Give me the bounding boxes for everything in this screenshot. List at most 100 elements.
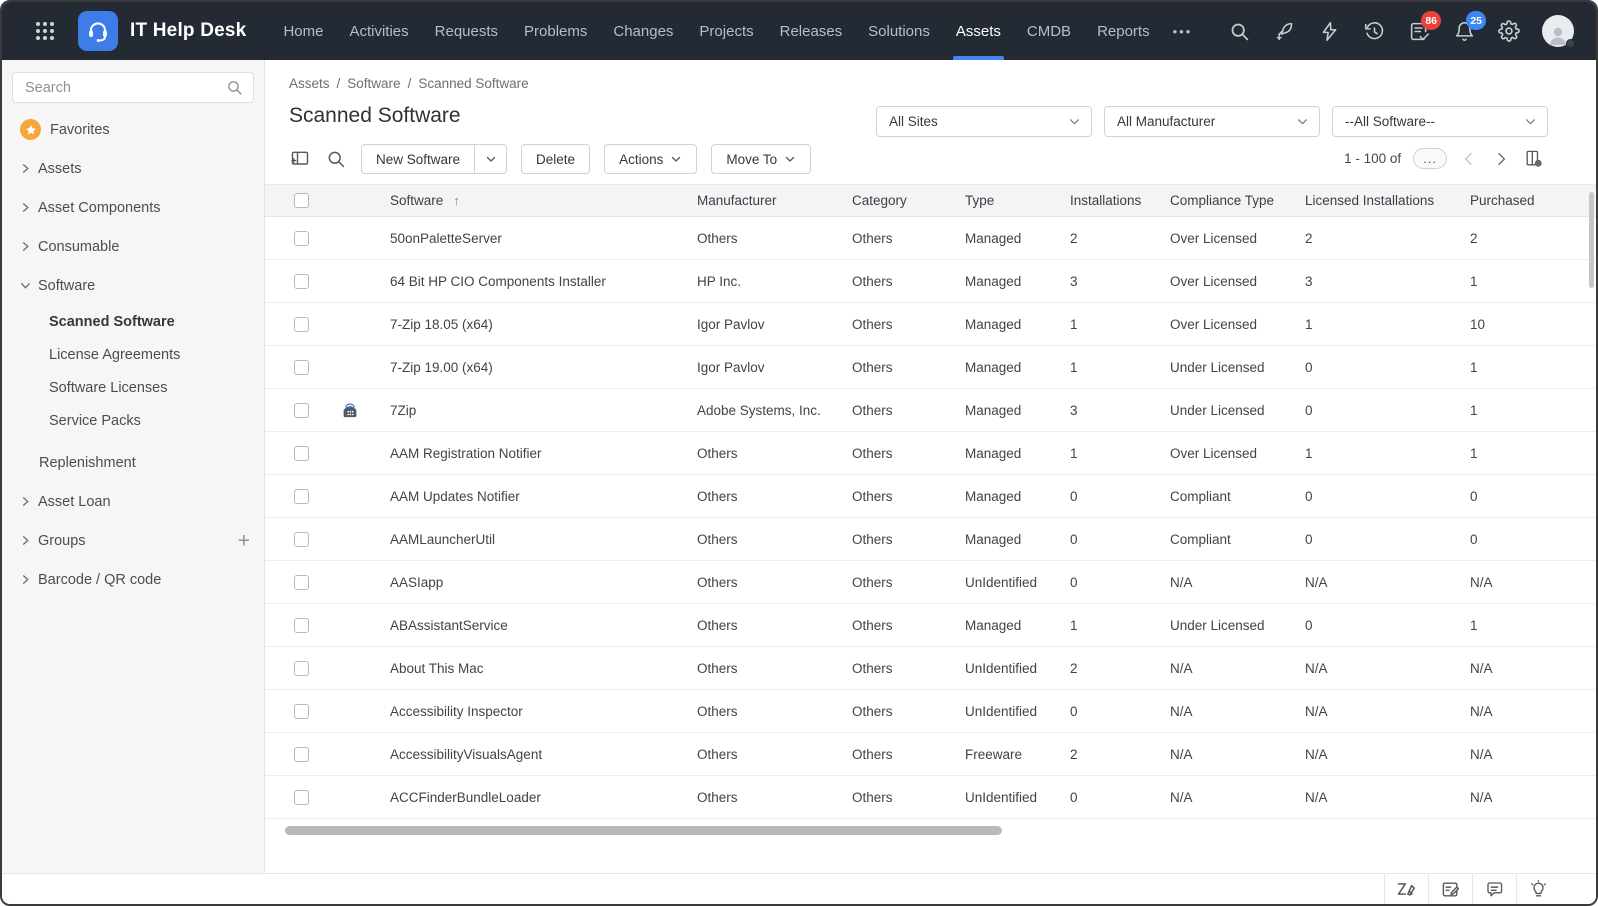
column-header-purchased[interactable]: Purchased	[1470, 193, 1596, 208]
nav-item-releases[interactable]: Releases	[767, 2, 856, 60]
delete-button[interactable]: Delete	[521, 144, 590, 174]
nav-item-home[interactable]: Home	[270, 2, 336, 60]
breadcrumb-assets[interactable]: Assets	[289, 76, 330, 91]
table-row-50onpaletteserver[interactable]: 50onPaletteServer Others Others Managed …	[265, 217, 1596, 260]
sidebar-item-consumable[interactable]: Consumable	[2, 227, 264, 266]
table-row-aasiapp[interactable]: AASIapp Others Others UnIdentified 0 N/A…	[265, 561, 1596, 604]
row-checkbox[interactable]	[294, 446, 309, 461]
vertical-scrollbar[interactable]	[1589, 192, 1594, 288]
new-software-button[interactable]: New Software	[361, 144, 475, 174]
row-checkbox[interactable]	[294, 489, 309, 504]
row-checkbox[interactable]	[294, 790, 309, 805]
nav-item-problems[interactable]: Problems	[511, 2, 600, 60]
sidebar-search-input[interactable]	[13, 80, 226, 96]
table-row-about-this-mac[interactable]: About This Mac Others Others UnIdentifie…	[265, 647, 1596, 690]
row-checkbox[interactable]	[294, 618, 309, 633]
row-checkbox[interactable]	[294, 274, 309, 289]
breadcrumb-software[interactable]: Software	[347, 76, 400, 91]
nav-item-projects[interactable]: Projects	[686, 2, 766, 60]
feedback-edit-icon[interactable]	[1428, 874, 1472, 904]
cell-software[interactable]: ABAssistantService	[390, 618, 697, 633]
quick-create-icon[interactable]	[1272, 19, 1296, 43]
notifications-bell-icon[interactable]: 25	[1452, 19, 1476, 43]
customize-columns-icon[interactable]	[289, 148, 311, 170]
column-header-category[interactable]: Category	[852, 193, 965, 208]
global-search-icon[interactable]	[1227, 19, 1251, 43]
column-header-compliance-type[interactable]: Compliance Type	[1170, 193, 1305, 208]
new-software-caret[interactable]	[475, 144, 507, 174]
quick-actions-zap-icon[interactable]	[1317, 19, 1341, 43]
helpdesk-logo[interactable]	[78, 11, 118, 51]
row-checkbox[interactable]	[294, 661, 309, 676]
add-group-icon[interactable]: +	[238, 530, 250, 551]
cell-software[interactable]: 7-Zip 19.00 (x64)	[390, 360, 697, 375]
row-checkbox[interactable]	[294, 231, 309, 246]
column-header-installations[interactable]: Installations	[1070, 193, 1170, 208]
table-row-abassistantservice[interactable]: ABAssistantService Others Others Managed…	[265, 604, 1596, 647]
sidebar-item-barcode-qr-code[interactable]: Barcode / QR code	[2, 560, 264, 599]
cell-software[interactable]: 7-Zip 18.05 (x64)	[390, 317, 697, 332]
site-filter-dropdown[interactable]: All Sites	[876, 106, 1092, 137]
sidebar-item-license-agreements[interactable]: License Agreements	[2, 338, 264, 371]
nav-item-changes[interactable]: Changes	[600, 2, 686, 60]
sidebar-item-replenishment[interactable]: Replenishment	[2, 443, 264, 482]
sidebar-item-assets[interactable]: Assets	[2, 149, 264, 188]
nav-item-requests[interactable]: Requests	[422, 2, 511, 60]
row-checkbox[interactable]	[294, 317, 309, 332]
suggestions-bulb-icon[interactable]	[1516, 874, 1560, 904]
sidebar-item-software-licenses[interactable]: Software Licenses	[2, 371, 264, 404]
row-checkbox[interactable]	[294, 532, 309, 547]
nav-item-activities[interactable]: Activities	[336, 2, 421, 60]
cell-software[interactable]: 50onPaletteServer	[390, 231, 697, 246]
manufacturer-filter-dropdown[interactable]: All Manufacturer	[1104, 106, 1320, 137]
table-row-aamlauncherutil[interactable]: AAMLauncherUtil Others Others Managed 0 …	[265, 518, 1596, 561]
nav-item-reports[interactable]: Reports	[1084, 2, 1163, 60]
table-row-aam-registration-notifier[interactable]: AAM Registration Notifier Others Others …	[265, 432, 1596, 475]
approvals-icon[interactable]: 86	[1407, 19, 1431, 43]
column-settings-icon[interactable]	[1523, 149, 1543, 169]
nav-more-menu[interactable]: •••	[1163, 24, 1203, 39]
cell-software[interactable]: AAM Updates Notifier	[390, 489, 697, 504]
column-header-type[interactable]: Type	[965, 193, 1070, 208]
table-row-accfinderbundleloader[interactable]: ACCFinderBundleLoader Others Others UnId…	[265, 776, 1596, 819]
history-icon[interactable]	[1362, 19, 1386, 43]
move-to-button[interactable]: Move To	[711, 144, 811, 174]
software-filter-dropdown[interactable]: --All Software--	[1332, 106, 1548, 137]
next-page-icon[interactable]	[1491, 149, 1511, 169]
column-header-software[interactable]: Software ↑	[390, 193, 697, 208]
list-search-icon[interactable]	[325, 148, 347, 170]
app-launcher-icon[interactable]	[32, 18, 58, 44]
sidebar-item-software[interactable]: Software	[2, 266, 264, 305]
select-all-checkbox[interactable]	[294, 193, 309, 208]
actions-button[interactable]: Actions	[604, 144, 697, 174]
horizontal-scrollbar[interactable]	[285, 826, 1002, 835]
row-checkbox[interactable]	[294, 403, 309, 418]
row-checkbox[interactable]	[294, 747, 309, 762]
zia-assistant-icon[interactable]	[1384, 874, 1428, 904]
cell-software[interactable]: AAMLauncherUtil	[390, 532, 697, 547]
sidebar-search[interactable]	[12, 72, 254, 103]
cell-software[interactable]: AccessibilityVisualsAgent	[390, 747, 697, 762]
table-row-7-zip-19-00-x64[interactable]: 7-Zip 19.00 (x64) Igor Pavlov Others Man…	[265, 346, 1596, 389]
column-header-licensed-installations[interactable]: Licensed Installations	[1305, 193, 1470, 208]
table-row-7zip[interactable]: 7Zip Adobe Systems, Inc. Others Managed …	[265, 389, 1596, 432]
row-checkbox[interactable]	[294, 575, 309, 590]
cell-software[interactable]: AASIapp	[390, 575, 697, 590]
sidebar-item-scanned-software[interactable]: Scanned Software	[2, 305, 264, 338]
row-checkbox[interactable]	[294, 360, 309, 375]
cell-software[interactable]: ACCFinderBundleLoader	[390, 790, 697, 805]
sidebar-item-asset-loan[interactable]: Asset Loan	[2, 482, 264, 521]
table-row-accessibility-inspector[interactable]: Accessibility Inspector Others Others Un…	[265, 690, 1596, 733]
cell-software[interactable]: About This Mac	[390, 661, 697, 676]
sidebar-item-service-packs[interactable]: Service Packs	[2, 404, 264, 437]
table-row-64-bit-hp-cio-components-installer[interactable]: 64 Bit HP CIO Components Installer HP In…	[265, 260, 1596, 303]
cell-software[interactable]: 7Zip	[390, 403, 697, 418]
table-row-7-zip-18-05-x64[interactable]: 7-Zip 18.05 (x64) Igor Pavlov Others Man…	[265, 303, 1596, 346]
chat-icon[interactable]	[1472, 874, 1516, 904]
nav-item-cmdb[interactable]: CMDB	[1014, 2, 1084, 60]
sidebar-item-favorites[interactable]: Favorites	[2, 110, 264, 149]
column-header-manufacturer[interactable]: Manufacturer	[697, 193, 852, 208]
table-row-aam-updates-notifier[interactable]: AAM Updates Notifier Others Others Manag…	[265, 475, 1596, 518]
cell-software[interactable]: AAM Registration Notifier	[390, 446, 697, 461]
user-avatar[interactable]	[1542, 15, 1574, 47]
